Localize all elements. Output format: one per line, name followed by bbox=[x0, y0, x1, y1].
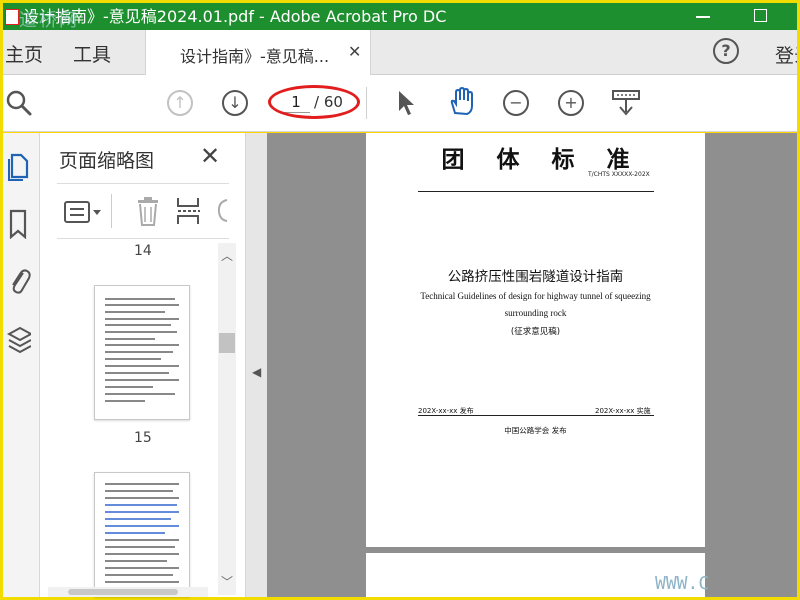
tab-tools[interactable]: 工具 bbox=[73, 40, 111, 67]
help-icon[interactable]: ? bbox=[713, 38, 739, 64]
search-icon[interactable] bbox=[5, 89, 35, 119]
pdf-app-icon bbox=[5, 9, 19, 25]
page-thumbnail[interactable] bbox=[94, 472, 190, 597]
maximize-button[interactable] bbox=[754, 9, 767, 22]
collapse-arrow-icon[interactable]: ◀ bbox=[252, 365, 261, 379]
scrollbar-thumb[interactable] bbox=[219, 333, 235, 353]
heading-rule bbox=[418, 191, 654, 192]
title-bar: 设计指南》-意见稿2024.01.pdf - Adobe Acrobat Pro… bbox=[3, 3, 797, 31]
document-view[interactable]: 团体标准 T/CHTS XXXXX-202X 公路挤压性围岩隧道设计指南 Tec… bbox=[267, 133, 797, 597]
rotate-page-icon[interactable] bbox=[215, 196, 229, 226]
highlight-annotation bbox=[268, 85, 360, 119]
panel-title: 页面缩略图 bbox=[59, 150, 155, 172]
close-tab-button[interactable]: ✕ bbox=[348, 42, 361, 61]
scroll-mode-icon[interactable] bbox=[611, 88, 641, 118]
attachment-icon[interactable] bbox=[7, 265, 31, 295]
standard-code: T/CHTS XXXXX-202X bbox=[588, 171, 650, 178]
publisher: 中国公路学会 发布 bbox=[504, 426, 567, 435]
tab-home[interactable]: 主页 bbox=[5, 40, 43, 67]
page-thumbnails-icon[interactable] bbox=[7, 151, 31, 181]
close-panel-button[interactable]: ✕ bbox=[200, 142, 220, 170]
page-thumbnail[interactable] bbox=[94, 285, 190, 420]
scroll-down-icon[interactable]: ﹀ bbox=[221, 573, 233, 590]
document-title-cn: 公路挤压性围岩隧道设计指南 bbox=[447, 269, 624, 285]
zoom-in-icon[interactable]: + bbox=[558, 90, 584, 116]
insert-page-icon[interactable] bbox=[175, 196, 203, 226]
tab-document[interactable]: 设计指南》-意见稿... ✕ bbox=[145, 30, 371, 75]
thumbnail-scrollbar[interactable]: ︿ ﹀ bbox=[218, 243, 236, 595]
pdf-page: 团体标准 T/CHTS XXXXX-202X 公路挤压性围岩隧道设计指南 Tec… bbox=[366, 133, 705, 547]
document-tab-label: 设计指南》-意见稿... bbox=[180, 47, 330, 66]
hand-tool-icon[interactable] bbox=[447, 87, 477, 117]
horizontal-scrollbar[interactable] bbox=[48, 587, 208, 597]
trash-icon[interactable] bbox=[135, 196, 161, 226]
panel-collapse-strip[interactable]: ◀ bbox=[245, 133, 267, 597]
left-navigation-rail bbox=[3, 133, 40, 597]
toolbar: ↑ ↓ 1 / 60 − + bbox=[3, 75, 797, 132]
scroll-up-icon[interactable]: ︿ bbox=[221, 247, 233, 264]
select-cursor-icon[interactable] bbox=[395, 89, 417, 117]
site-watermark: WWW.C bbox=[655, 573, 710, 594]
thumbnails-panel: 页面缩略图 ✕ 14 15 ︿ ﹀ bbox=[40, 133, 245, 597]
minimize-button[interactable] bbox=[696, 16, 710, 18]
horizontal-scrollbar-thumb[interactable] bbox=[68, 589, 178, 595]
thumbnail-page-number: 15 bbox=[134, 430, 152, 446]
document-title-en-line1: Technical Guidelines of design for highw… bbox=[420, 291, 651, 301]
thumbnail-toolbar-divider bbox=[111, 194, 112, 228]
thumbnail-page-number: 14 bbox=[134, 243, 152, 259]
toolbar-divider bbox=[366, 87, 367, 119]
options-menu-icon[interactable] bbox=[63, 200, 103, 224]
zoom-out-icon[interactable]: − bbox=[503, 90, 529, 116]
page-up-icon[interactable]: ↑ bbox=[167, 90, 193, 116]
window-title: 设计指南》-意见稿2024.01.pdf - Adobe Acrobat Pro… bbox=[23, 7, 447, 26]
layers-icon[interactable] bbox=[7, 325, 31, 355]
document-title-en-line2: surrounding rock bbox=[504, 308, 567, 318]
page-down-icon[interactable]: ↓ bbox=[222, 90, 248, 116]
draft-note: (征求意见稿) bbox=[510, 327, 561, 337]
thumbnail-toolbar bbox=[57, 183, 229, 239]
page-navigator: 1 / 60 bbox=[268, 85, 360, 121]
tab-bar: 主页 工具 设计指南》-意见稿... ✕ ? 登录 bbox=[3, 30, 797, 75]
bookmark-icon[interactable] bbox=[7, 209, 31, 239]
footer-rule bbox=[418, 415, 654, 416]
sign-in-link[interactable]: 登录 bbox=[775, 41, 797, 68]
document-heading: 团体标准 bbox=[441, 146, 662, 173]
